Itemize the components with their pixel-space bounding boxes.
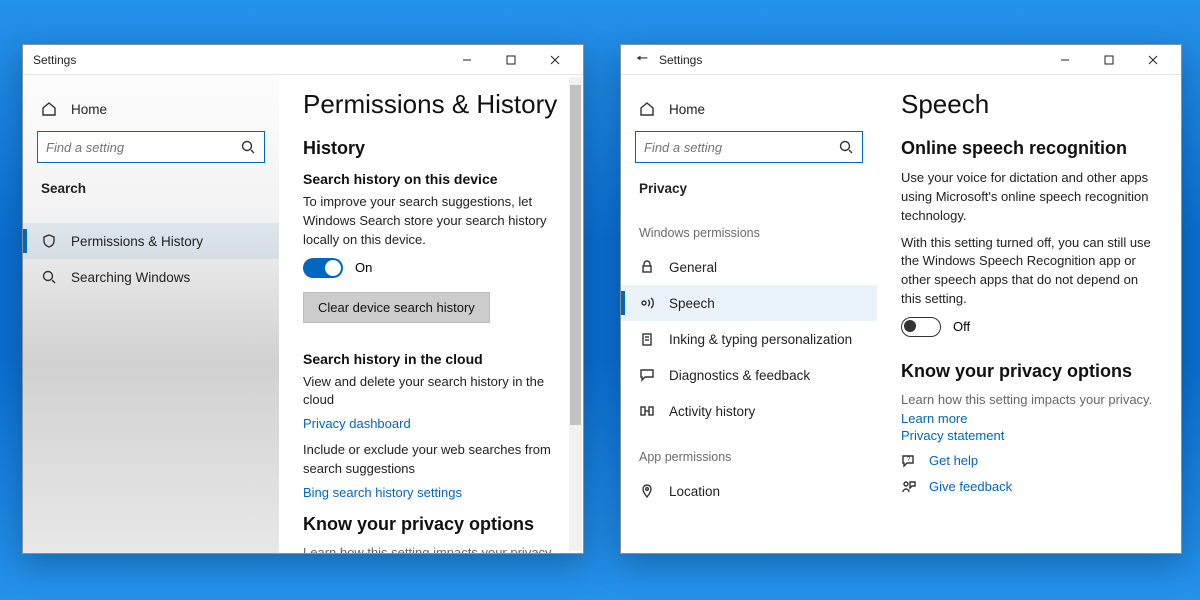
page-title: Speech	[901, 89, 1157, 120]
nav-label: Permissions & History	[71, 234, 203, 249]
nav-speech[interactable]: Speech	[621, 285, 877, 321]
sidebar: Home Privacy Windows permissions General…	[621, 75, 877, 553]
nav-label: Speech	[669, 296, 715, 311]
category-header: Search	[23, 171, 279, 205]
nav-permissions-history[interactable]: Permissions & History	[23, 223, 279, 259]
shield-icon	[41, 233, 57, 249]
close-button[interactable]	[1131, 45, 1175, 75]
nav-label: Diagnostics & feedback	[669, 368, 810, 383]
privacy-options-heading: Know your privacy options	[303, 514, 559, 535]
history-heading: History	[303, 138, 559, 159]
home-nav[interactable]: Home	[23, 91, 279, 127]
scrollbar[interactable]	[569, 77, 582, 551]
back-button[interactable]: 🠔	[631, 48, 653, 72]
settings-window-search: Settings Home Search Permissions & Histo…	[22, 44, 584, 554]
svg-text:?: ?	[907, 457, 911, 463]
toggle-label: On	[355, 260, 372, 275]
nav-label: Activity history	[669, 404, 755, 419]
window-title: Settings	[659, 53, 1043, 67]
home-icon	[639, 101, 655, 117]
home-label: Home	[71, 102, 107, 117]
privacy-dashboard-link[interactable]: Privacy dashboard	[303, 416, 559, 431]
give-feedback-link[interactable]: Give feedback	[929, 479, 1012, 494]
timeline-icon	[639, 403, 655, 419]
nav-diagnostics[interactable]: Diagnostics & feedback	[621, 357, 877, 393]
clear-history-button[interactable]: Clear device search history	[303, 292, 490, 323]
search-input[interactable]	[46, 140, 240, 155]
feedback-icon	[639, 367, 655, 383]
nav-label: Inking & typing personalization	[669, 332, 852, 347]
lock-icon	[639, 259, 655, 275]
titlebar[interactable]: Settings	[23, 45, 583, 75]
get-help-row[interactable]: ? Get help	[901, 453, 1157, 469]
sidebar: Home Search Permissions & History Search…	[23, 75, 279, 553]
category-label: Privacy	[639, 181, 687, 196]
bing-settings-link[interactable]: Bing search history settings	[303, 485, 559, 500]
category-header: Privacy	[621, 171, 877, 205]
nav-label: General	[669, 260, 717, 275]
privacy-statement-link[interactable]: Privacy statement	[901, 428, 1157, 443]
nav-label: Location	[669, 484, 720, 499]
maximize-button[interactable]	[1087, 45, 1131, 75]
osr-desc-2: With this setting turned off, you can st…	[901, 234, 1157, 309]
nav-label: Searching Windows	[71, 270, 190, 285]
feedback-person-icon	[901, 479, 917, 495]
settings-window-privacy: 🠔 Settings Home Privacy Windows permissi…	[620, 44, 1182, 554]
minimize-button[interactable]	[445, 45, 489, 75]
maximize-button[interactable]	[489, 45, 533, 75]
search-input-wrap[interactable]	[37, 131, 265, 163]
nav-activity-history[interactable]: Activity history	[621, 393, 877, 429]
privacy-options-heading: Know your privacy options	[901, 361, 1157, 382]
close-button[interactable]	[533, 45, 577, 75]
privacy-options-sub: Learn how this setting impacts your priv…	[303, 545, 559, 553]
search-input-wrap[interactable]	[635, 131, 863, 163]
search-input[interactable]	[644, 140, 838, 155]
nav-general[interactable]: General	[621, 249, 877, 285]
group-windows-permissions: Windows permissions	[621, 217, 877, 249]
nav-location[interactable]: Location	[621, 473, 877, 509]
home-label: Home	[669, 102, 705, 117]
titlebar[interactable]: 🠔 Settings	[621, 45, 1181, 75]
group-label: App permissions	[639, 450, 731, 464]
get-help-link[interactable]: Get help	[929, 453, 978, 468]
group-label: Windows permissions	[639, 226, 760, 240]
device-history-sub: Search history on this device	[303, 171, 559, 187]
help-icon: ?	[901, 453, 917, 469]
minimize-button[interactable]	[1043, 45, 1087, 75]
learn-more-link[interactable]: Learn more	[901, 411, 1157, 426]
search-icon	[240, 139, 256, 155]
speech-icon	[639, 295, 655, 311]
category-label: Search	[41, 181, 86, 196]
privacy-options-sub: Learn how this setting impacts your priv…	[901, 392, 1157, 407]
device-history-toggle[interactable]: On	[303, 258, 559, 278]
nav-inking-typing[interactable]: Inking & typing personalization	[621, 321, 877, 357]
window-title: Settings	[33, 53, 445, 67]
content-pane: Permissions & History History Search his…	[279, 75, 583, 553]
clipboard-icon	[639, 331, 655, 347]
page-title: Permissions & History	[303, 89, 559, 120]
location-icon	[639, 483, 655, 499]
search-icon	[838, 139, 854, 155]
home-nav[interactable]: Home	[621, 91, 877, 127]
give-feedback-row[interactable]: Give feedback	[901, 479, 1157, 495]
device-history-desc: To improve your search suggestions, let …	[303, 193, 559, 250]
scrollbar-thumb[interactable]	[570, 85, 581, 425]
cloud-history-sub: Search history in the cloud	[303, 351, 559, 367]
osr-heading: Online speech recognition	[901, 138, 1157, 159]
group-app-permissions: App permissions	[621, 441, 877, 473]
osr-desc-1: Use your voice for dictation and other a…	[901, 169, 1157, 226]
home-icon	[41, 101, 57, 117]
search-icon	[41, 269, 57, 285]
bing-desc: Include or exclude your web searches fro…	[303, 441, 559, 479]
cloud-history-desc: View and delete your search history in t…	[303, 373, 559, 411]
toggle-label: Off	[953, 319, 970, 334]
nav-searching-windows[interactable]: Searching Windows	[23, 259, 279, 295]
osr-toggle[interactable]: Off	[901, 317, 1157, 337]
content-pane: Speech Online speech recognition Use you…	[877, 75, 1181, 553]
